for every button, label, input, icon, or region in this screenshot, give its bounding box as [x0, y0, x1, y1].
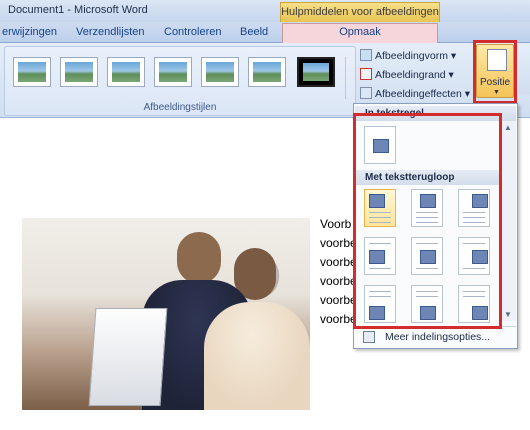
- more-options-label: Meer indelingsopties...: [385, 331, 491, 343]
- scroll-up-icon[interactable]: ▲: [504, 123, 512, 132]
- tab-controleren[interactable]: Controleren: [164, 24, 221, 41]
- group-label: Afbeeldingstijlen: [143, 102, 217, 113]
- text-line: Voorb: [320, 217, 352, 231]
- effects-icon: [360, 87, 372, 99]
- highlight-box-positions: [353, 113, 502, 329]
- text-line: voorbe: [320, 236, 357, 250]
- inserted-photo[interactable]: [22, 218, 310, 410]
- picture-style-thumbnail[interactable]: [201, 57, 239, 87]
- picture-style-thumbnail-selected[interactable]: [297, 57, 335, 87]
- text-line: voorbe: [320, 255, 357, 269]
- ribbon-tabs: erwijzingen Verzendlijsten Controleren B…: [0, 22, 530, 43]
- picture-shape-command[interactable]: Afbeeldingvorm ▾: [360, 49, 456, 65]
- picture-border-command[interactable]: Afbeeldingrand ▾: [360, 68, 454, 84]
- picture-style-thumbnail[interactable]: [248, 57, 286, 87]
- tab-verzendlijsten[interactable]: Verzendlijsten: [76, 24, 145, 41]
- tab-verwijzingen[interactable]: erwijzingen: [2, 24, 57, 41]
- picture-style-thumbnail[interactable]: [13, 57, 51, 87]
- more-layout-options[interactable]: Meer indelingsopties...: [355, 326, 516, 347]
- window-title: Document1 - Microsoft Word: [8, 4, 148, 16]
- highlight-box-position: [473, 40, 517, 104]
- text-line: voorbe: [320, 293, 357, 307]
- contextual-tab-group: Hulpmiddelen voor afbeeldingen: [280, 2, 440, 23]
- picture-style-thumbnail[interactable]: [154, 57, 192, 87]
- document-text: Voorb voorbe voorbe voorbe voorbe voorbe: [320, 217, 357, 331]
- text-line: voorbe: [320, 274, 357, 288]
- scroll-down-icon[interactable]: ▼: [504, 310, 512, 319]
- layout-icon: [363, 331, 375, 343]
- text-line: voorbe: [320, 312, 357, 326]
- picture-style-thumbnail[interactable]: [60, 57, 98, 87]
- gallery-scrollbar[interactable]: [345, 57, 356, 99]
- pen-icon: [360, 68, 372, 80]
- shape-icon: [360, 49, 372, 61]
- tab-opmaak[interactable]: Opmaak: [282, 23, 438, 43]
- picture-effects-command[interactable]: Afbeeldingeffecten ▾: [360, 87, 470, 103]
- picture-styles-group: Afbeeldingstijlen: [4, 46, 356, 116]
- ribbon-overflow: [518, 46, 530, 94]
- picture-style-thumbnail[interactable]: [107, 57, 145, 87]
- tab-beeld[interactable]: Beeld: [240, 24, 268, 41]
- title-bar: Document1 - Microsoft Word Hulpmiddelen …: [0, 0, 530, 23]
